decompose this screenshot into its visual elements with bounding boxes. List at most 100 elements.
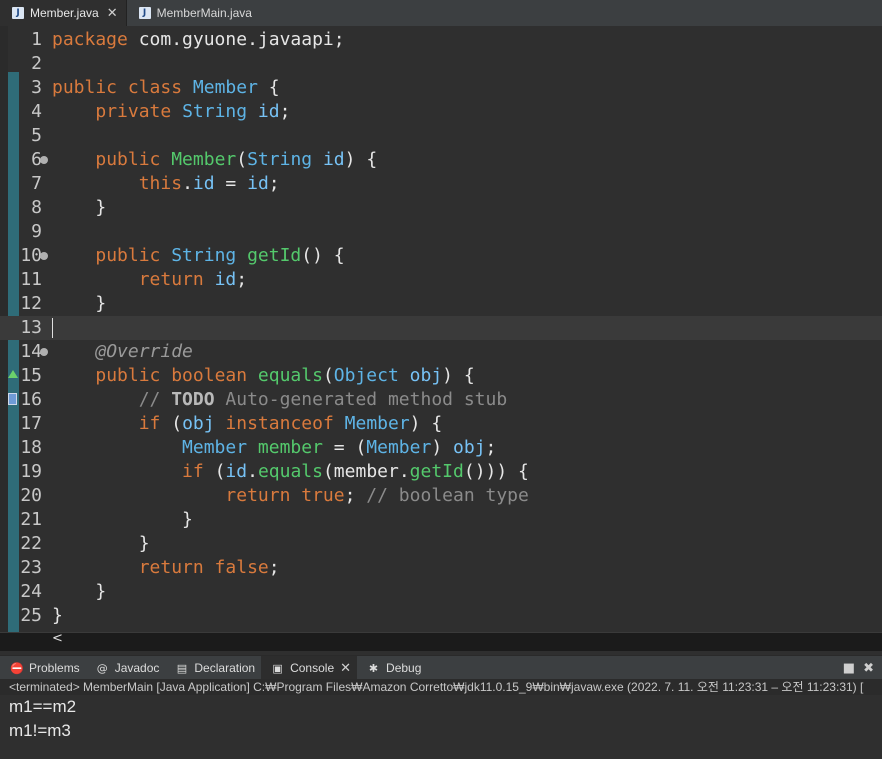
code-line[interactable]: 4 private String id; — [0, 100, 882, 124]
code-token: return — [138, 269, 215, 290]
remove-launch-icon[interactable]: ✖ — [863, 661, 874, 676]
code-line[interactable]: 15 public boolean equals(Object obj) { — [0, 364, 882, 388]
code-token: Member — [344, 413, 410, 434]
view-tab-problems[interactable]: ⛔ Problems — [0, 656, 86, 680]
code-token: id — [257, 101, 280, 122]
code-line[interactable]: 3 public class Member { — [0, 76, 882, 100]
code-token: Member — [192, 77, 258, 98]
code-token: } — [52, 197, 107, 218]
code-token: public class — [52, 77, 193, 98]
code-line[interactable]: 5 — [0, 124, 882, 148]
fold-toggle-icon[interactable] — [40, 348, 48, 356]
text-caret — [52, 318, 53, 338]
code-line[interactable]: 23 return false; — [0, 556, 882, 580]
code-token: ; — [485, 437, 497, 458]
code-line[interactable]: 16 // TODO Auto-generated method stub — [0, 388, 882, 412]
code-token: instanceof — [225, 413, 345, 434]
line-number: 19 — [20, 461, 42, 482]
override-marker-icon[interactable] — [8, 370, 18, 378]
code-text: package com.gyuone.javaapi; — [52, 28, 345, 52]
line-number: 3 — [31, 77, 42, 98]
code-token: if — [138, 413, 172, 434]
code-token: ; — [268, 557, 280, 578]
code-text: public Member(String id) { — [52, 148, 377, 172]
code-token: if — [182, 461, 215, 482]
close-icon[interactable]: ✕ — [340, 661, 351, 676]
code-token: ())) { — [463, 461, 529, 482]
code-line[interactable]: 7 this.id = id; — [0, 172, 882, 196]
close-icon[interactable]: ✕ — [107, 6, 118, 21]
code-token: TODO — [171, 389, 215, 410]
line-number: 15 — [20, 365, 42, 386]
code-line[interactable]: 19 if (id.equals(member.getId())) { — [0, 460, 882, 484]
code-token: private — [95, 101, 183, 122]
stop-icon[interactable]: ■ — [843, 661, 855, 676]
console-output[interactable]: m1==m2 m1!=m3 — [0, 695, 882, 759]
line-number: 25 — [20, 605, 42, 626]
console-launch-info: <terminated> MemberMain [Java Applicatio… — [0, 679, 882, 695]
view-tab-label: Debug — [386, 661, 422, 675]
code-line[interactable]: 17 if (obj instanceof Member) { — [0, 412, 882, 436]
console-icon: ▣ — [272, 661, 283, 675]
code-line[interactable]: 11 return id; — [0, 268, 882, 292]
editor-tab[interactable]: J MemberMain.java — [127, 0, 260, 26]
view-tab-declaration[interactable]: ▤ Declaration — [165, 656, 261, 680]
code-token: ( — [236, 149, 248, 170]
code-token: return true — [225, 485, 345, 506]
line-number: 20 — [20, 485, 42, 506]
view-tab-javadoc[interactable]: @ Javadoc — [86, 656, 166, 680]
view-tab-console[interactable]: ▣ Console ✕ — [261, 656, 358, 680]
fold-toggle-icon[interactable] — [40, 156, 48, 164]
code-line[interactable]: 14 @Override — [0, 340, 882, 364]
code-token: } — [52, 605, 63, 626]
code-line[interactable]: 9 — [0, 220, 882, 244]
code-token: com.gyuone.javaapi; — [138, 29, 345, 50]
code-line[interactable]: 1 package com.gyuone.javaapi; — [0, 28, 882, 52]
code-line[interactable]: 10 public String getId() { — [0, 244, 882, 268]
code-text: private String id; — [52, 100, 290, 124]
code-text: return false; — [52, 556, 280, 580]
code-line[interactable]: 25} — [0, 604, 882, 628]
code-token: ) { — [409, 413, 443, 434]
code-editor[interactable]: 1 package com.gyuone.javaapi; 2 3 public cla… — [0, 26, 882, 632]
code-line[interactable]: 21 } — [0, 508, 882, 532]
code-line[interactable]: 18 Member member = (Member) obj; — [0, 436, 882, 460]
editor-tab-bar: J Member.java ✕ J MemberMain.java — [0, 0, 882, 27]
code-token: ( — [214, 461, 226, 482]
view-tab-debug[interactable]: ✱ Debug — [357, 656, 427, 680]
code-text: // TODO Auto-generated method stub — [52, 388, 507, 412]
code-token: @Override — [95, 341, 193, 362]
code-line[interactable]: 24 } — [0, 580, 882, 604]
code-line[interactable]: 12 } — [0, 292, 882, 316]
code-token: String — [171, 245, 248, 266]
code-token: String — [182, 101, 258, 122]
code-token: this — [138, 173, 183, 194]
code-text: } — [52, 292, 106, 316]
task-marker-icon[interactable] — [8, 393, 17, 405]
code-line[interactable]: 6 public Member(String id) { — [0, 148, 882, 172]
code-token: obj — [453, 437, 486, 458]
editor-tab[interactable]: J Member.java ✕ — [0, 0, 127, 26]
code-token: = ( — [322, 437, 367, 458]
code-token: member — [257, 437, 323, 458]
line-number: 1 — [31, 29, 42, 50]
line-number: 12 — [20, 293, 42, 314]
code-token: public — [95, 245, 172, 266]
code-line[interactable]: 22 } — [0, 532, 882, 556]
line-number: 16 — [20, 389, 42, 410]
code-line[interactable]: 13 — [0, 316, 882, 340]
code-line[interactable]: 2 — [0, 52, 882, 76]
horizontal-scrollbar[interactable]: < — [0, 631, 882, 651]
scroll-left-arrow-icon[interactable]: < — [52, 631, 63, 646]
code-line[interactable]: 8 } — [0, 196, 882, 220]
line-number: 17 — [20, 413, 42, 434]
fold-toggle-icon[interactable] — [40, 252, 48, 260]
view-tab-label: Javadoc — [114, 661, 160, 675]
code-line[interactable]: 20 return true; // boolean type — [0, 484, 882, 508]
